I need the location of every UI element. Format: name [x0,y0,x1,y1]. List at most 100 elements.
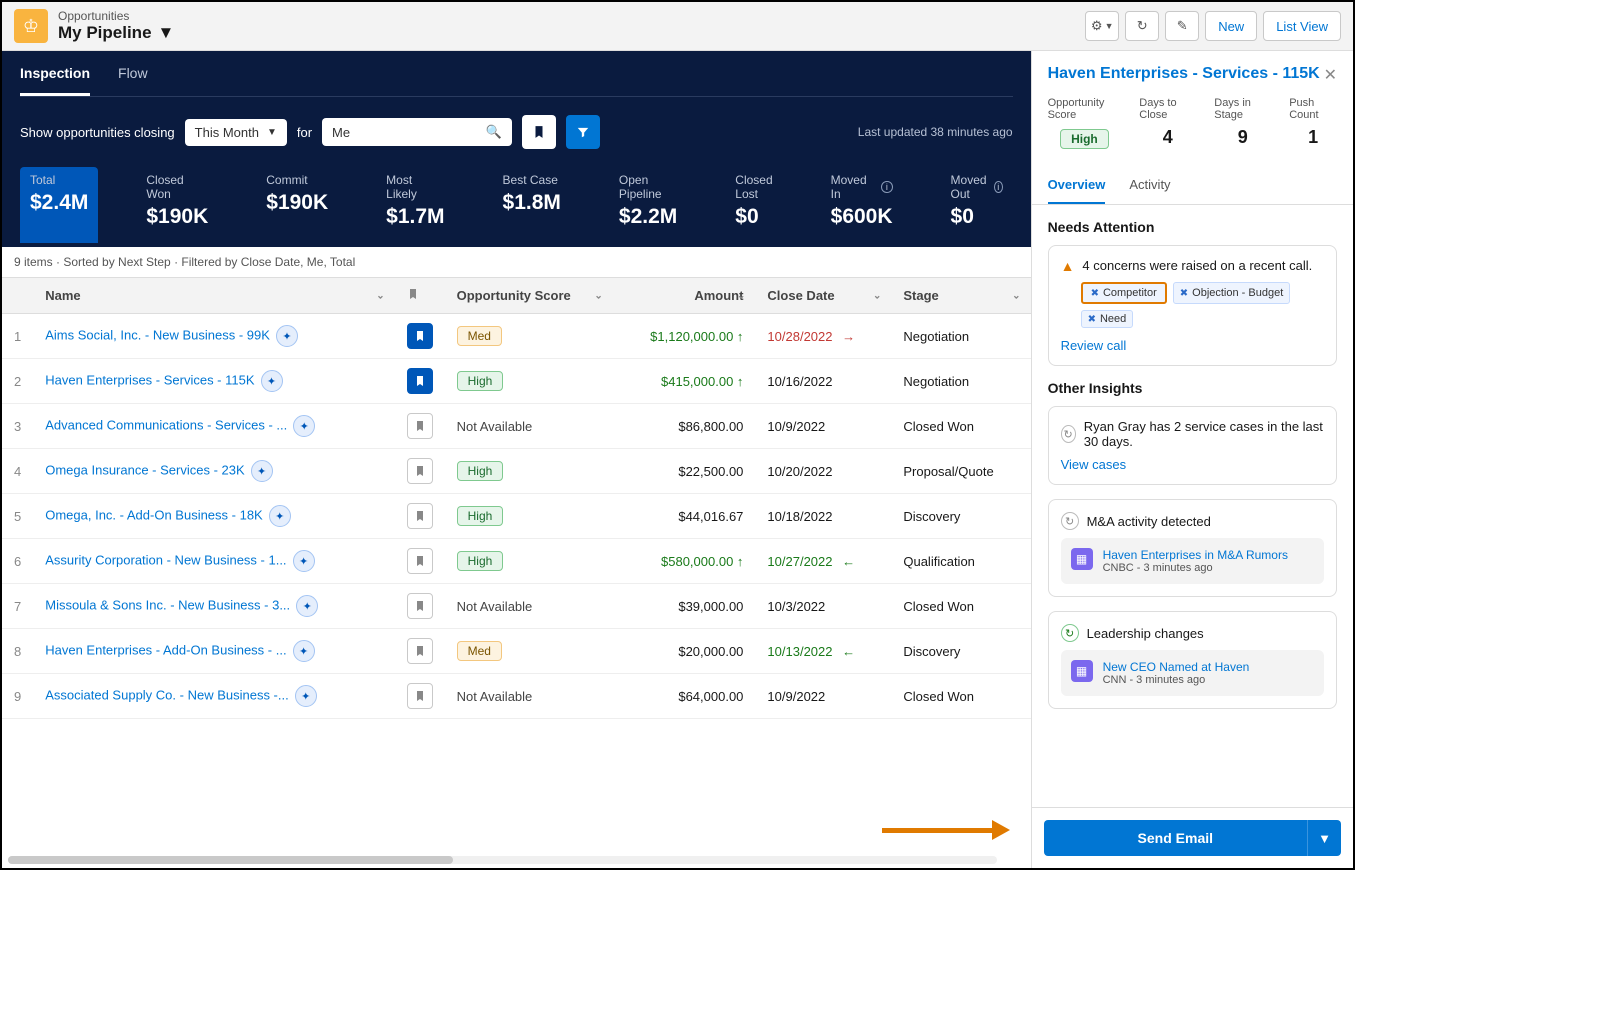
bookmark-toggle[interactable] [407,413,433,439]
close-date-cell: 10/28/2022 → [755,314,891,359]
opportunity-link[interactable]: Aims Social, Inc. - New Business - 99K [45,328,270,343]
metric-card[interactable]: Moved Out i$0 [941,167,1013,243]
metric-card[interactable]: Open Pipeline$2.2M [609,167,687,243]
col-bookmark[interactable] [395,278,445,314]
opportunity-link[interactable]: Omega Insurance - Services - 23K [45,463,244,478]
news-link[interactable]: New CEO Named at Haven [1103,660,1250,674]
news-icon: ▦ [1071,548,1093,570]
chevron-down-icon: ⌄ [1012,290,1020,301]
amount-cell: $20,000.00 [613,629,756,674]
stage-cell: Closed Won [891,404,1030,449]
col-name[interactable]: Name⌄ [33,278,394,314]
close-icon[interactable]: ✕ [1324,65,1337,85]
col-stage[interactable]: Stage⌄ [891,278,1030,314]
einstein-icon[interactable]: ✦ [269,505,291,527]
col-score[interactable]: Opportunity Score⌄ [445,278,613,314]
info-icon: i [994,181,1003,193]
metric-card[interactable]: Total$2.4M [20,167,98,243]
last-updated: Last updated 38 minutes ago [858,125,1013,139]
period-select[interactable]: This Month▼ [185,119,287,146]
table-row: 4 Omega Insurance - Services - 23K✦ High… [2,449,1031,494]
metric-card[interactable]: Moved In i$600K [821,167,903,243]
clock-icon: ↻ [1061,425,1076,443]
opportunity-link[interactable]: Assurity Corporation - New Business - 1.… [45,553,286,568]
tab-inspection[interactable]: Inspection [20,65,90,96]
bookmark-toggle[interactable] [407,323,433,349]
new-button[interactable]: New [1205,11,1257,41]
close-date-cell: 10/27/2022 ← [755,539,891,584]
clock-icon: ↻ [1061,512,1079,530]
filter-button[interactable] [566,115,600,149]
einstein-icon[interactable]: ✦ [293,640,315,662]
needs-attention-title: Needs Attention [1048,219,1337,235]
einstein-icon[interactable]: ✦ [293,415,315,437]
bookmark-toggle[interactable] [407,638,433,664]
bookmark-toggle[interactable] [407,548,433,574]
score-pill: High [457,461,504,481]
einstein-icon[interactable]: ✦ [293,550,315,572]
review-call-link[interactable]: Review call [1061,338,1324,353]
send-email-button[interactable]: Send Email [1044,820,1307,856]
col-close[interactable]: Close Date⌄ [755,278,891,314]
einstein-icon[interactable]: ✦ [261,370,283,392]
col-amount[interactable]: Amount⌄ [613,278,756,314]
refresh-button[interactable]: ↻ [1125,11,1159,41]
page-title[interactable]: My Pipeline▼ [58,23,174,43]
bookmark-toggle[interactable] [407,593,433,619]
opportunity-link[interactable]: Advanced Communications - Services - ... [45,418,287,433]
stage-cell: Discovery [891,629,1030,674]
info-icon: i [881,181,892,193]
amount-cell: $415,000.00 ↑ [613,359,756,404]
panel-metric: Days to Close4 [1139,97,1196,149]
amount-cell: $44,016.67 [613,494,756,539]
send-email-dropdown[interactable]: ▼ [1307,820,1341,856]
news-meta: CNBC - 3 minutes ago [1103,562,1288,574]
metrics-row: Total$2.4M Closed Won$190K Commit$190K Most… [20,167,1013,247]
owner-search[interactable]: Me🔍 [322,118,512,146]
metric-card[interactable]: Commit$190K [256,167,338,243]
panel-tab-activity[interactable]: Activity [1129,167,1170,204]
settings-button[interactable]: ⚙▼ [1085,11,1119,41]
row-number: 3 [2,404,33,449]
tag-competitor[interactable]: ✖Competitor [1081,282,1167,304]
einstein-icon[interactable]: ✦ [276,325,298,347]
amount-cell: $39,000.00 [613,584,756,629]
einstein-icon[interactable]: ✦ [296,595,318,617]
opportunity-link[interactable]: Haven Enterprises - Services - 115K [45,373,254,388]
edit-button[interactable]: ✎ [1165,11,1199,41]
row-number: 6 [2,539,33,584]
panel-tab-overview[interactable]: Overview [1048,167,1106,204]
metric-card[interactable]: Most Likely$1.7M [376,167,454,243]
tag-objection-budget[interactable]: ✖Objection - Budget [1173,282,1291,304]
chevron-down-icon: ⌄ [594,290,602,301]
opportunity-link[interactable]: Omega, Inc. - Add-On Business - 18K [45,508,263,523]
horizontal-scrollbar[interactable] [8,856,997,864]
opportunity-link[interactable]: Missoula & Sons Inc. - New Business - 3.… [45,598,290,613]
bookmark-filter-button[interactable] [522,115,556,149]
metric-card[interactable]: Closed Won$190K [136,167,218,243]
tab-flow[interactable]: Flow [118,65,148,96]
opportunity-link[interactable]: Haven Enterprises - Add-On Business - ..… [45,643,286,658]
opportunity-link[interactable]: Associated Supply Co. - New Business -..… [45,688,289,703]
metric-card[interactable]: Closed Lost$0 [725,167,782,243]
metric-card[interactable]: Best Case$1.8M [493,167,571,243]
search-icon: 🔍 [486,124,502,140]
list-view-button[interactable]: List View [1263,11,1341,41]
bookmark-toggle[interactable] [407,458,433,484]
einstein-icon[interactable]: ✦ [295,685,317,707]
row-number: 1 [2,314,33,359]
arrow-right-icon: → [842,329,855,344]
bookmark-toggle[interactable] [407,503,433,529]
news-link[interactable]: Haven Enterprises in M&A Rumors [1103,548,1288,562]
bookmark-toggle[interactable] [407,683,433,709]
tag-need[interactable]: ✖Need [1081,310,1134,328]
einstein-icon[interactable]: ✦ [251,460,273,482]
stage-cell: Negotiation [891,359,1030,404]
panel-title[interactable]: Haven Enterprises - Services - 115K [1048,65,1320,83]
chevron-down-icon: ⌄ [737,290,745,301]
view-cases-link[interactable]: View cases [1061,457,1324,472]
news-icon: ▦ [1071,660,1093,682]
bookmark-toggle[interactable] [407,368,433,394]
refresh-icon: ↻ [1061,624,1079,642]
row-number: 5 [2,494,33,539]
